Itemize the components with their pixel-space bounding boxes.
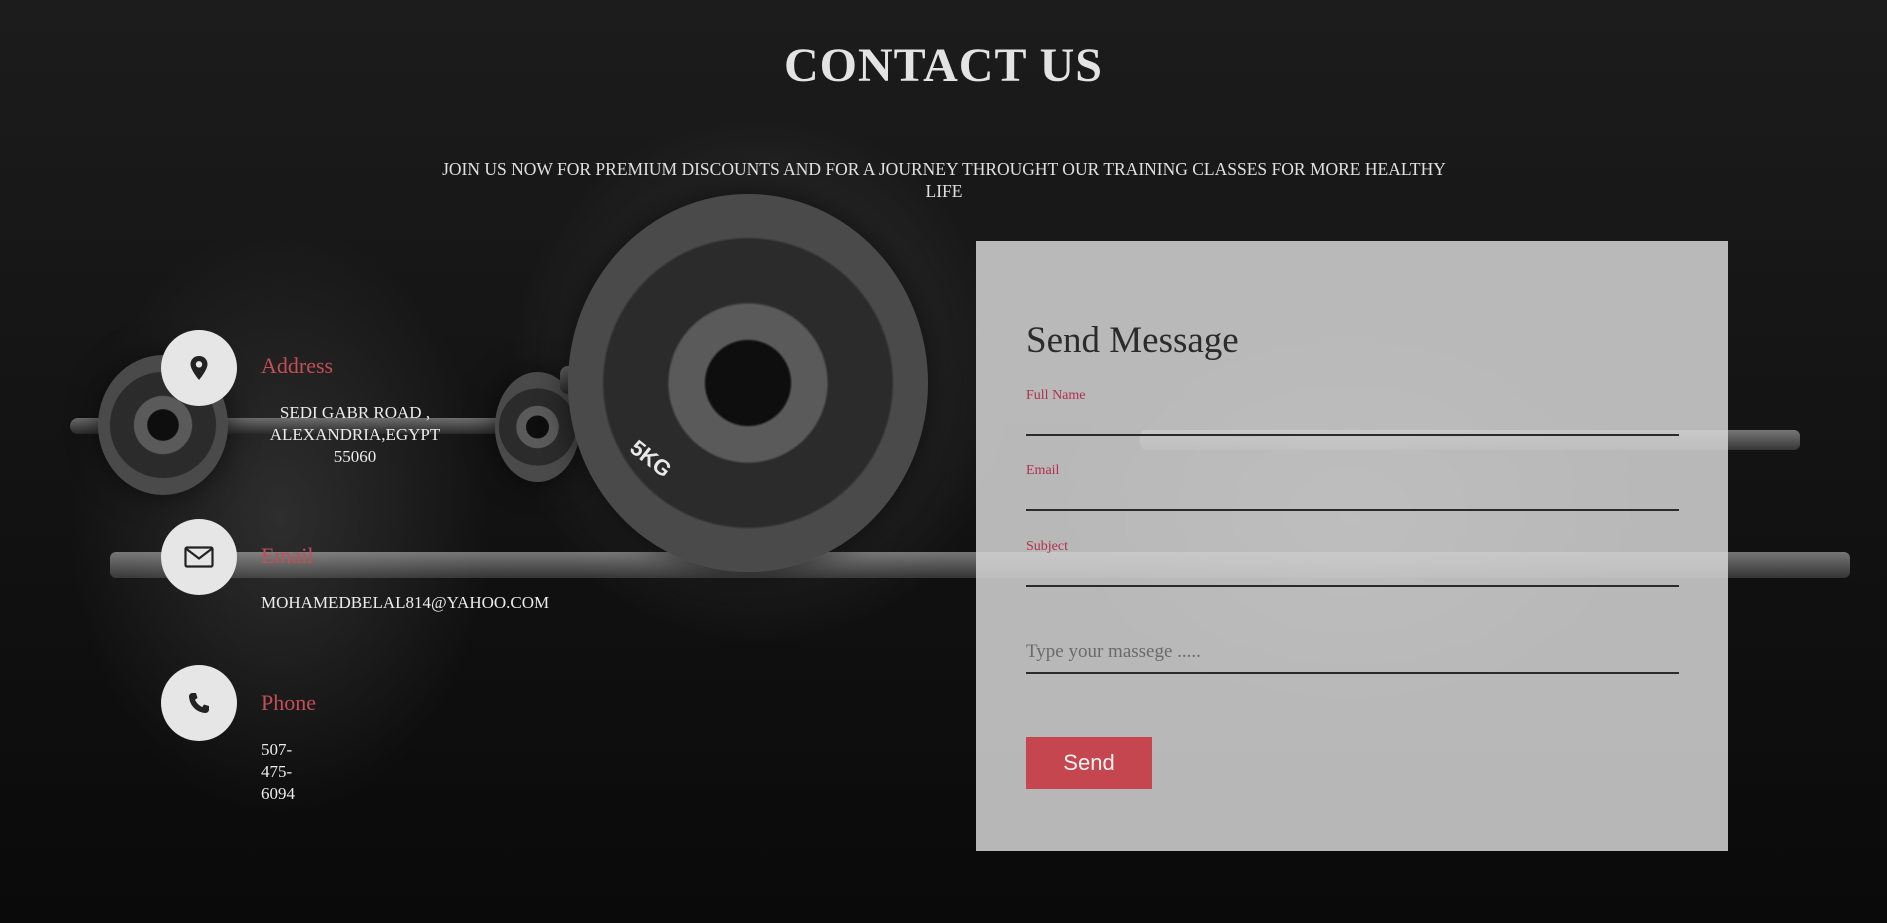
address-value: SEDI GABR ROAD , ALEXANDRIA,EGYPT 55060 (269, 403, 441, 466)
email-value: MOHAMEDBELAL814@YAHOO.COM (261, 593, 550, 612)
full-name-input[interactable] (1026, 410, 1679, 436)
subject-label: Subject (1026, 539, 1068, 554)
phone-value: 507-475-6094 (261, 740, 295, 803)
address-label: Address (261, 353, 334, 378)
phone-icon (161, 665, 237, 741)
page-title: CONTACT US (784, 39, 1103, 92)
email-input[interactable] (1026, 485, 1679, 511)
map-pin-icon (161, 330, 237, 406)
full-name-label: Full Name (1026, 388, 1086, 403)
full-name-field: Full Name (1026, 388, 1679, 436)
page-subtitle: JOIN US NOW FOR PREMIUM DISCOUNTS AND FO… (442, 159, 1446, 201)
email-label: Email (261, 543, 314, 568)
contact-page: 5KG CONTACT US JOIN US NOW FOR PREMIUM D… (0, 0, 1887, 923)
send-message-panel: Send Message Full Name Email Subject Sen… (976, 241, 1728, 851)
send-message-title: Send Message (1026, 320, 1239, 361)
phone-label: Phone (261, 690, 316, 715)
message-input[interactable] (1026, 632, 1679, 674)
envelope-icon (161, 519, 237, 595)
email-field-label: Email (1026, 463, 1060, 478)
email-field: Email (1026, 463, 1679, 511)
subject-field: Subject (1026, 539, 1679, 587)
subject-input[interactable] (1026, 561, 1679, 587)
background-plate-main (568, 194, 928, 572)
send-button[interactable]: Send (1026, 737, 1152, 789)
